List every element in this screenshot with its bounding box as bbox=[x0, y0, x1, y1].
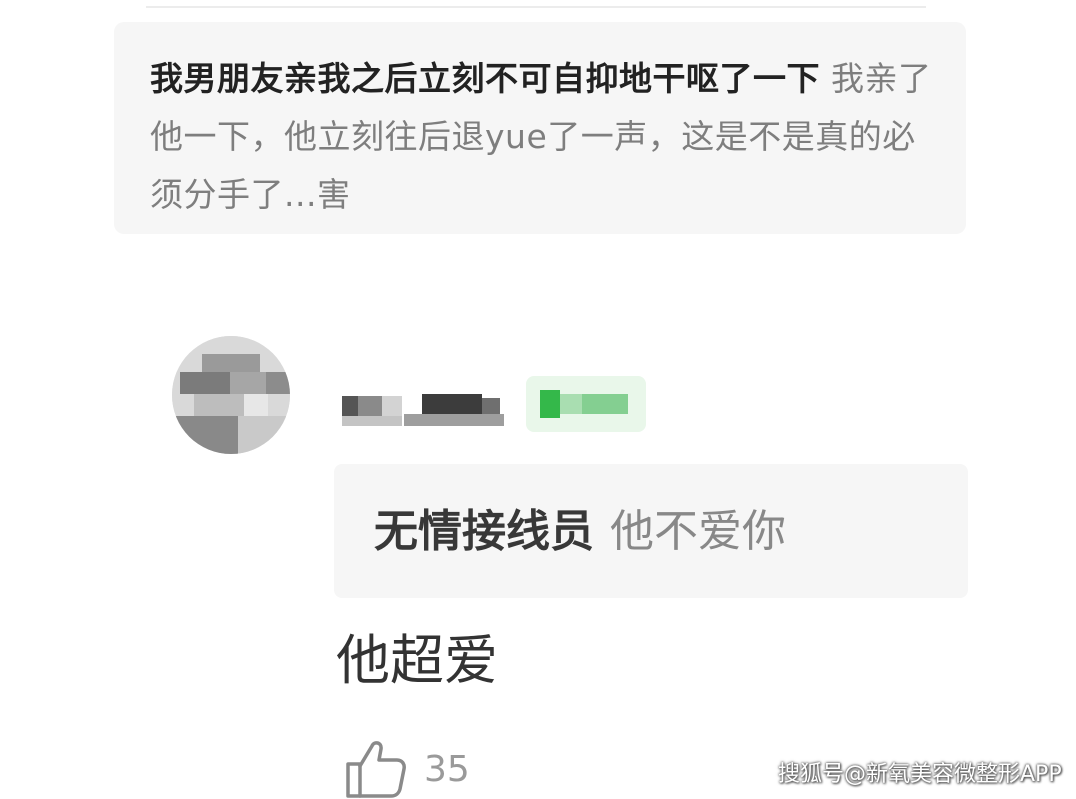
reply-quote-author[interactable]: 无情接线员 bbox=[374, 506, 594, 557]
quoted-post-text: 我男朋友亲我之后立刻不可自抑地干呕了一下 我亲了他一下，他立刻往后退yue了一声… bbox=[150, 50, 940, 224]
like-count: 35 bbox=[424, 749, 470, 790]
avatar-mosaic-tile bbox=[230, 372, 266, 394]
reply-quote-line: 无情接线员 他不爱你 bbox=[374, 502, 786, 562]
badge-mosaic-tile bbox=[540, 390, 560, 418]
avatar-mosaic-tile bbox=[180, 372, 230, 394]
username-mosaic-tile bbox=[342, 396, 358, 416]
avatar[interactable] bbox=[172, 336, 290, 454]
reply-quote-text: 他不爱你 bbox=[610, 506, 786, 557]
top-divider bbox=[146, 6, 926, 8]
badge-mosaic-tile bbox=[582, 394, 628, 414]
reply-text: 他超爱 bbox=[336, 629, 498, 692]
badge-mosaic-tile bbox=[560, 394, 582, 414]
avatar-mosaic-tile bbox=[238, 416, 290, 454]
avatar-mosaic-tile bbox=[172, 416, 238, 454]
source-watermark: 搜狐号@新氧美容微整形APP bbox=[778, 762, 1062, 787]
avatar-mosaic-tile bbox=[266, 372, 290, 394]
username-mosaic-tile bbox=[404, 414, 504, 426]
username-mosaic-tile bbox=[358, 396, 382, 416]
username-mosaic-tile bbox=[422, 394, 482, 414]
user-badge-redacted bbox=[526, 376, 646, 432]
reply-quote-block[interactable]: 无情接线员 他不爱你 bbox=[334, 464, 968, 598]
like-button[interactable] bbox=[344, 738, 408, 798]
username-mosaic-tile bbox=[482, 398, 500, 414]
quoted-post-card[interactable]: 我男朋友亲我之后立刻不可自抑地干呕了一下 我亲了他一下，他立刻往后退yue了一声… bbox=[114, 22, 966, 234]
avatar-mosaic-tile bbox=[194, 394, 244, 416]
username-mosaic-tile bbox=[342, 416, 402, 426]
username-mosaic-tile bbox=[382, 396, 402, 416]
avatar-mosaic-tile bbox=[244, 394, 268, 416]
username-redacted[interactable] bbox=[342, 390, 510, 430]
post-title: 我男朋友亲我之后立刻不可自抑地干呕了一下 bbox=[150, 59, 820, 98]
screenshot-page: 我男朋友亲我之后立刻不可自抑地干呕了一下 我亲了他一下，他立刻往后退yue了一声… bbox=[0, 0, 1076, 799]
thumbs-up-icon bbox=[346, 741, 406, 798]
